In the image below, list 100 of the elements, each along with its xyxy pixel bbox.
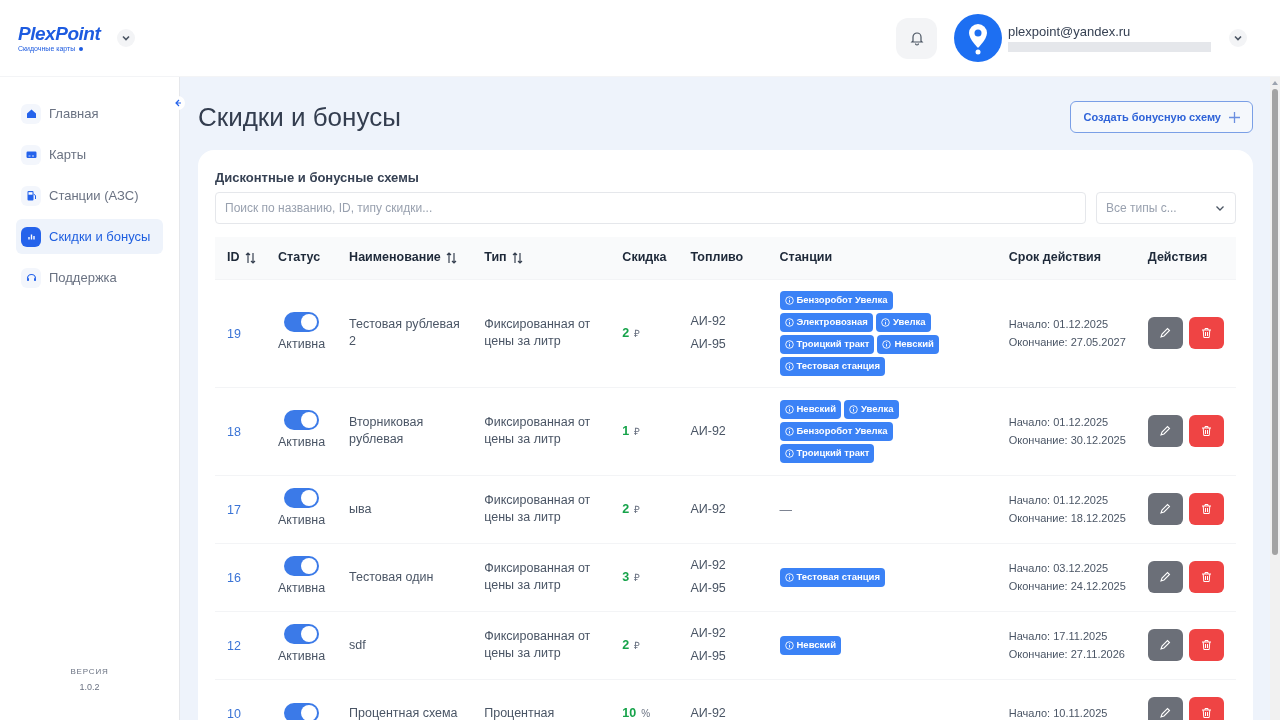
start-date: Начало: 17.11.2025 — [1008, 628, 1109, 644]
column-header[interactable]: Тип — [484, 248, 507, 268]
pencil-icon — [1159, 503, 1172, 515]
user-menu-button[interactable] — [1229, 29, 1247, 47]
scheme-id-link[interactable]: 16 — [227, 571, 241, 585]
edit-button[interactable] — [1147, 697, 1183, 720]
station-badge[interactable]: Троицкий тракт — [779, 443, 875, 463]
status-toggle[interactable] — [284, 410, 320, 431]
delete-button[interactable] — [1188, 317, 1224, 349]
station-badge[interactable]: Бензоробот Увелка — [779, 290, 893, 310]
end-date: Окончание: 27.11.2026 — [1008, 647, 1126, 662]
sidebar-item[interactable]: Поддержка — [16, 260, 163, 295]
notifications-button[interactable] — [896, 17, 937, 59]
station-badge[interactable]: Невский — [779, 635, 841, 655]
trash-icon — [1200, 327, 1212, 339]
delete-button[interactable] — [1188, 629, 1224, 661]
edit-button[interactable] — [1147, 415, 1183, 447]
delete-button[interactable] — [1188, 493, 1224, 525]
fuel-type: АИ-92 — [690, 500, 727, 518]
scrollbar-thumb[interactable] — [1272, 89, 1278, 555]
scheme-id-link[interactable]: 10 — [227, 707, 241, 720]
pencil-icon — [1159, 425, 1172, 437]
scheme-id-link[interactable]: 19 — [227, 327, 241, 341]
empty-dash: — — [779, 503, 792, 517]
status-text: Активна — [278, 434, 326, 452]
fuel-type: АИ-92 — [690, 625, 727, 643]
status-toggle[interactable] — [284, 312, 320, 333]
chevron-down-icon — [1233, 33, 1243, 43]
pencil-icon — [1159, 707, 1172, 720]
scheme-id-link[interactable]: 17 — [227, 503, 241, 517]
edit-button[interactable] — [1147, 629, 1183, 661]
create-scheme-button[interactable]: Создать бонусную схему — [1070, 101, 1253, 133]
scrollbar[interactable] — [1270, 77, 1280, 720]
station-badge[interactable]: Троицкий тракт — [779, 334, 875, 354]
delete-button[interactable] — [1188, 561, 1224, 593]
delete-button[interactable] — [1188, 697, 1224, 720]
currency-unit: ₽ — [634, 638, 641, 653]
edit-button[interactable] — [1147, 317, 1183, 349]
sidebar-item[interactable]: Карты — [16, 137, 163, 172]
start-date: Начало: 01.12.2025 — [1008, 492, 1110, 508]
discount-value: 3 — [622, 568, 630, 586]
column-header[interactable]: Наименование — [349, 248, 441, 268]
station-badge[interactable]: Увелка — [843, 399, 899, 419]
fuel-type: АИ-92 — [690, 704, 727, 720]
discount-value: 2 — [622, 324, 630, 342]
sidebar-item[interactable]: Главная — [16, 96, 163, 131]
status-toggle[interactable] — [284, 703, 320, 720]
station-badge[interactable]: Электровозная — [779, 312, 873, 332]
arrow-left-icon — [174, 99, 182, 107]
column-header[interactable]: ID — [227, 248, 240, 268]
logo-menu-button[interactable] — [117, 29, 136, 47]
station-badge[interactable]: Невский — [877, 334, 939, 354]
column-header: Скидка — [622, 249, 667, 267]
sidebar-item[interactable]: Станции (АЗС) — [16, 178, 163, 213]
scheme-name: Вторниковая рублевая — [349, 414, 425, 448]
currency-unit: ₽ — [634, 326, 641, 341]
station-badge[interactable]: Тестовая станция — [779, 356, 885, 376]
avatar[interactable] — [954, 14, 1002, 62]
edit-button[interactable] — [1147, 493, 1183, 525]
search-field[interactable]: Поиск по названию, ID, типу скидки... — [215, 192, 1086, 224]
scheme-name: ыва — [349, 500, 373, 518]
sidebar-item[interactable]: Скидки и бонусы — [16, 219, 163, 254]
home-icon — [21, 103, 41, 124]
scheme-id-link[interactable]: 18 — [227, 425, 241, 439]
station-badge[interactable]: Увелка — [875, 312, 931, 332]
scroll-up-icon[interactable] — [1272, 81, 1278, 85]
scheme-name: Тестовая один — [349, 568, 435, 586]
discount-type: Процентная — [484, 704, 556, 720]
station-badge[interactable]: Тестовая станция — [779, 567, 885, 587]
scheme-name: Тестовая рублевая 2 — [349, 316, 461, 350]
fuel-type: АИ-92 — [690, 313, 727, 331]
station-badge[interactable]: Бензоробот Увелка — [779, 421, 893, 441]
status-text: Активна — [278, 512, 326, 530]
discount-value: 10 — [622, 704, 637, 720]
status-text: Активна — [278, 580, 326, 598]
column-header: Срок действия — [1008, 249, 1102, 267]
status-toggle[interactable] — [284, 556, 320, 577]
sort-icon[interactable] — [244, 251, 256, 264]
trash-icon — [1200, 639, 1212, 651]
sort-icon[interactable] — [445, 251, 457, 264]
scheme-id-link[interactable]: 12 — [227, 639, 241, 653]
status-text: Активна — [278, 336, 326, 354]
chevron-down-icon — [121, 33, 132, 43]
currency-unit: ₽ — [634, 424, 641, 439]
page-title: Скидки и бонусы — [198, 100, 401, 134]
station-badge[interactable]: Невский — [779, 399, 841, 419]
status-toggle[interactable] — [284, 624, 320, 645]
column-header: Статус — [278, 249, 321, 267]
fuel-type: АИ-95 — [690, 648, 727, 665]
status-toggle[interactable] — [284, 488, 320, 509]
currency-unit: % — [641, 706, 651, 720]
discount-value: 2 — [622, 500, 630, 518]
card-icon — [21, 144, 41, 165]
trash-icon — [1200, 425, 1212, 437]
delete-button[interactable] — [1188, 415, 1224, 447]
type-filter-dropdown[interactable]: Все типы с... — [1096, 192, 1236, 224]
column-header: Станции — [779, 249, 833, 267]
sort-icon[interactable] — [511, 251, 523, 264]
discount-type: Фиксированная от цены за литр — [484, 560, 592, 594]
edit-button[interactable] — [1147, 561, 1183, 593]
